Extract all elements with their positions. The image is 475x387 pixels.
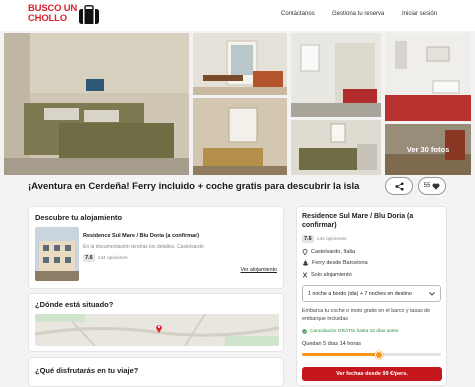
gallery-photo-main[interactable]: [4, 33, 189, 175]
hotel-note: En la documentación tendrás los detalles…: [83, 244, 204, 250]
share-icon: [394, 181, 404, 191]
gallery-photo-5[interactable]: [291, 120, 381, 175]
brand-logo[interactable]: BUSCO UN CHOLLO: [28, 4, 102, 27]
hotel-thumbnail[interactable]: [35, 227, 79, 281]
review-count: 134 opiniones: [97, 255, 128, 261]
duration-select[interactable]: 1 noche a bordo (ida) + 7 noches en dest…: [302, 285, 441, 302]
heart-icon: [432, 182, 440, 190]
gallery-photo-3[interactable]: [193, 98, 287, 175]
duration-select-value: 1 noche a bordo (ida) + 7 noches en dest…: [308, 291, 412, 297]
view-dates-button[interactable]: Ver fechas desde 99 €/pers.: [302, 367, 442, 381]
countdown-progress: [302, 350, 441, 359]
sidebar-rating-badge: 7.6: [302, 235, 314, 243]
hotel-name: Residence Sul Mare / Blu Doria (a confir…: [83, 233, 200, 239]
gallery-photo-4[interactable]: [291, 33, 381, 117]
sidebar-ferry: Ferry desde Barcelona: [312, 260, 368, 266]
ferry-icon: [302, 260, 309, 266]
location-pin-icon: [302, 249, 308, 255]
gallery-photo-more[interactable]: Ver 30 fotos: [385, 124, 471, 175]
location-map[interactable]: [35, 314, 279, 346]
free-cancellation: Cancelación GRATIS hasta 15 días antes: [310, 329, 399, 334]
sidebar-board: Solo alojamiento: [311, 272, 352, 278]
photo-gallery: Ver 30 fotos: [4, 33, 471, 175]
countdown-text: Quedan 5 días 14 horas: [302, 341, 362, 347]
suitcase-icon: [79, 5, 99, 24]
nav-contact[interactable]: Contáctanos: [281, 11, 315, 17]
utensils-icon: [302, 272, 308, 278]
offer-title: ¡Aventura en Cerdeña! Ferry incluido + c…: [28, 181, 360, 192]
like-button[interactable]: 55: [418, 177, 446, 195]
share-button[interactable]: [385, 177, 413, 195]
nav-manage-booking[interactable]: Gestiona tu reserva: [332, 11, 384, 17]
enjoy-card: ¿Qué disfrutarás en tu viaje?: [28, 357, 284, 387]
sidebar-hotel-name: Residence Sul Mare / Blu Doria (a confir…: [302, 213, 414, 229]
countdown-progress-knob: [375, 350, 383, 359]
location-card: ¿Dónde está situado?: [28, 293, 284, 352]
check-circle-icon: [302, 329, 307, 334]
site-header: BUSCO UN CHOLLO Contáctanos Gestiona tu …: [0, 0, 475, 31]
view-accommodation-link[interactable]: Ver alojamiento: [240, 267, 277, 273]
accommodation-card: Descubre tu alojamiento Residence Sul Ma…: [28, 206, 284, 289]
gallery-photo-6[interactable]: [385, 33, 471, 121]
map-pin-icon: [156, 325, 162, 333]
logo-line2: CHOLLO: [28, 12, 67, 24]
sidebar-location: Castelsardo, Italia: [311, 248, 356, 255]
promo-text: Embarca tu coche o moto gratis en el bar…: [302, 308, 431, 322]
countdown-progress-fill: [302, 353, 379, 356]
nav-login[interactable]: Iniciar sesión: [402, 11, 437, 17]
location-section-title: ¿Dónde está situado?: [35, 300, 114, 309]
sidebar-review-count: 134 opiniones: [316, 236, 347, 242]
view-all-photos-label[interactable]: Ver 30 fotos: [385, 124, 471, 175]
chevron-down-icon: [429, 292, 435, 296]
enjoy-section-title: ¿Qué disfrutarás en tu viaje?: [35, 366, 139, 375]
rating-badge: 7.6: [83, 254, 95, 262]
gallery-photo-2[interactable]: [193, 33, 287, 95]
accommodation-section-title: Descubre tu alojamiento: [35, 213, 123, 222]
likes-count: 55: [423, 183, 431, 189]
bedroom-image: [4, 33, 189, 175]
